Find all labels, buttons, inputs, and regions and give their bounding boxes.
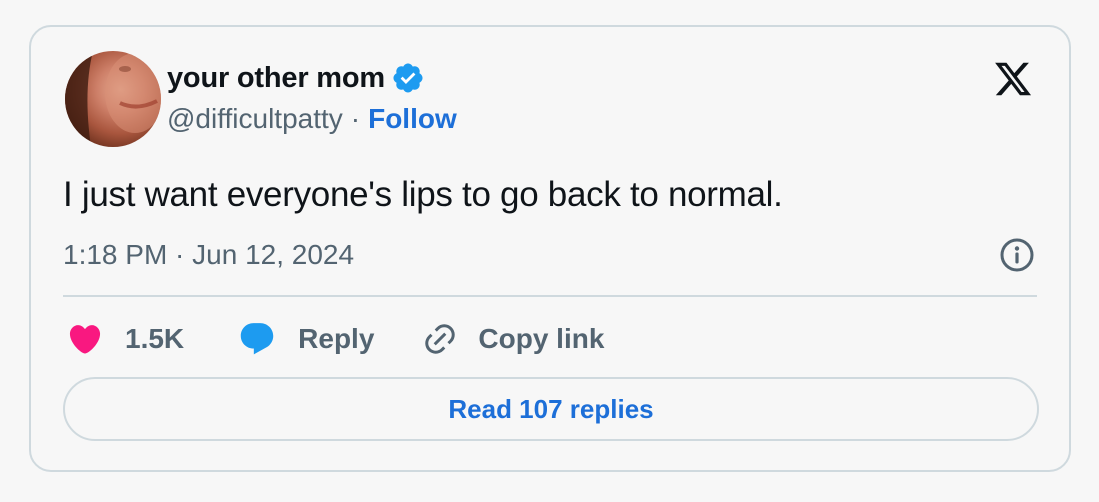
verified-badge-icon <box>391 61 425 95</box>
tweet-embed-card: your other mom @difficultpatty · Follow … <box>29 25 1071 472</box>
avatar-photo <box>65 51 161 147</box>
handle-row: @difficultpatty · Follow <box>167 103 457 135</box>
info-icon[interactable] <box>999 237 1035 273</box>
reply-bubble-icon <box>238 320 276 358</box>
copy-link-button[interactable]: Copy link <box>422 321 604 357</box>
like-button[interactable]: 1.5K <box>67 321 184 357</box>
read-replies-label: Read 107 replies <box>448 393 654 424</box>
author-name-row[interactable]: your other mom <box>167 61 425 95</box>
author-handle[interactable]: @difficultpatty <box>167 103 343 135</box>
tweet-timestamp[interactable]: 1:18 PM · Jun 12, 2024 <box>63 239 354 271</box>
author-display-name[interactable]: your other mom <box>167 62 385 95</box>
link-icon <box>422 321 458 357</box>
divider <box>63 295 1037 297</box>
reply-button[interactable]: Reply <box>238 320 374 358</box>
action-bar: 1.5K Reply Copy link <box>67 317 604 361</box>
tweet-text: I just want everyone's lips to go back t… <box>63 175 783 214</box>
avatar[interactable] <box>65 51 161 147</box>
separator-dot: · <box>350 103 361 134</box>
copy-link-label: Copy link <box>478 323 605 354</box>
follow-button[interactable]: Follow <box>368 103 457 135</box>
read-replies-button[interactable]: Read 107 replies <box>63 377 1039 441</box>
reply-label: Reply <box>298 323 375 354</box>
like-count: 1.5K <box>125 323 185 354</box>
x-logo-icon[interactable] <box>991 59 1035 99</box>
heart-icon <box>67 321 103 357</box>
